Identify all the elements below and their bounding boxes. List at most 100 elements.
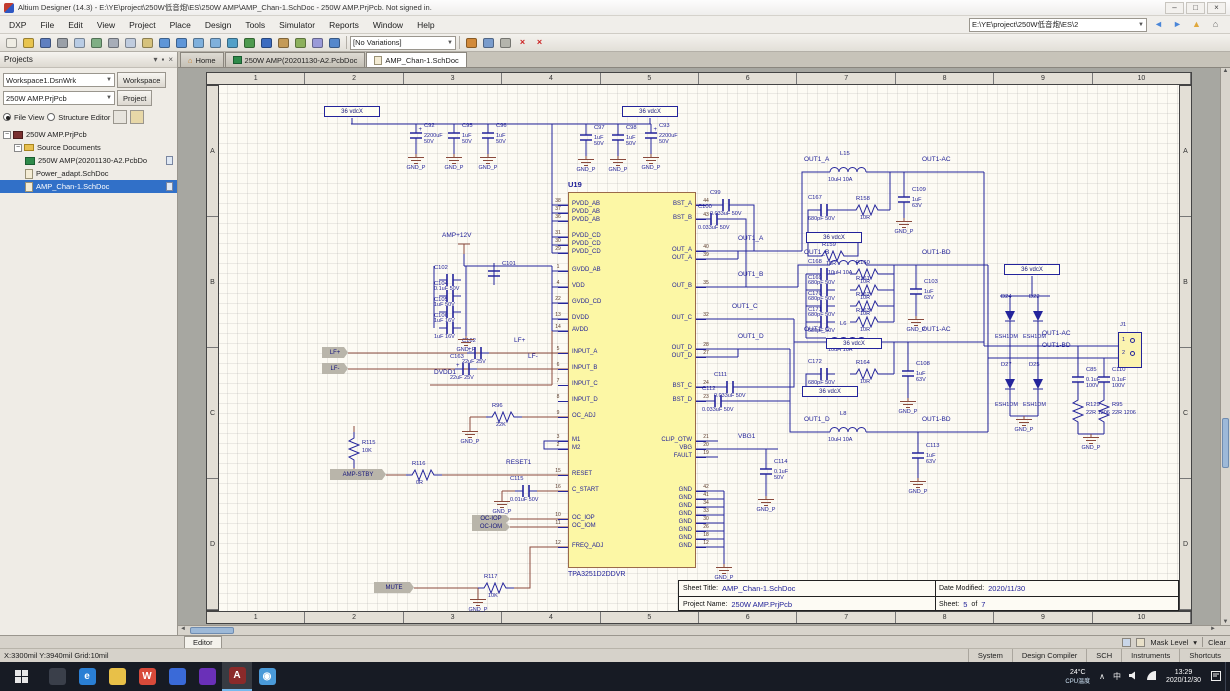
cross-select-icon[interactable] bbox=[480, 35, 497, 50]
horizontal-scroll-thumb[interactable] bbox=[190, 627, 234, 634]
up-one-level-icon[interactable]: ▲ bbox=[1188, 17, 1205, 32]
component-ref[interactable]: C169 bbox=[808, 275, 822, 281]
gnd-label[interactable]: GND_P bbox=[894, 409, 922, 415]
net-label[interactable]: OUT1_A bbox=[804, 156, 829, 163]
scroll-left-icon[interactable]: ◄ bbox=[178, 626, 186, 632]
undo-icon[interactable] bbox=[156, 35, 173, 50]
grid-toggle-icon[interactable] bbox=[1122, 638, 1131, 647]
minimize-button[interactable]: – bbox=[1165, 2, 1184, 14]
component-ref[interactable]: C98 bbox=[626, 125, 637, 131]
component-ref[interactable]: R162 bbox=[856, 292, 870, 298]
component-ref[interactable]: R115 bbox=[362, 440, 375, 446]
copy-icon[interactable] bbox=[122, 35, 139, 50]
component-value[interactable]: 50V bbox=[659, 139, 669, 145]
component-value[interactable]: 63V bbox=[916, 377, 926, 383]
component-ref[interactable]: C163 bbox=[450, 354, 464, 360]
tree-item-amp-chan-1-schdoc[interactable]: AMP_Chan-1.SchDoc bbox=[0, 180, 177, 193]
component-value[interactable]: 0R bbox=[416, 480, 423, 486]
component-ref[interactable]: D27 bbox=[1001, 362, 1012, 368]
tree-item-250w-amp-20201130-a2-pcbdo[interactable]: 250W AMP(20201130-A2.PcbDo bbox=[0, 154, 177, 167]
gnd-symbol[interactable] bbox=[1015, 416, 1033, 427]
menu-project[interactable]: Project bbox=[122, 18, 162, 32]
gnd-label[interactable]: GND_P bbox=[572, 167, 600, 173]
gnd-symbol[interactable] bbox=[493, 498, 511, 509]
component-ref[interactable]: C167 bbox=[808, 195, 822, 201]
gnd-label[interactable]: GND_P bbox=[1077, 445, 1105, 451]
menu-help[interactable]: Help bbox=[410, 18, 441, 32]
taskbar-altium-icon[interactable]: A bbox=[222, 662, 252, 691]
clear-button[interactable]: Clear bbox=[1208, 638, 1226, 647]
power-port-36vdcx[interactable]: 36 vdcX bbox=[622, 106, 678, 117]
document-path-combo[interactable]: E:\YE\project\250W低音炮\ES\2 ▼ bbox=[969, 18, 1147, 32]
tree-item-source-documents[interactable]: −Source Documents bbox=[0, 141, 177, 154]
capacitor-symbol[interactable] bbox=[707, 394, 729, 408]
gnd-label[interactable]: GND_P bbox=[904, 489, 932, 495]
capacitor-symbol[interactable] bbox=[759, 461, 773, 483]
component-value[interactable]: 10uH 10A bbox=[828, 177, 852, 183]
open-icon[interactable] bbox=[20, 35, 37, 50]
scroll-right-icon[interactable]: ► bbox=[1210, 626, 1216, 632]
volume-icon[interactable] bbox=[1125, 671, 1142, 682]
gnd-symbol[interactable] bbox=[715, 564, 733, 575]
net-label[interactable]: OUT1_B bbox=[738, 271, 763, 278]
capacitor-symbol[interactable] bbox=[897, 189, 911, 211]
component-ref[interactable]: C171 bbox=[808, 307, 822, 313]
cut-icon[interactable] bbox=[105, 35, 122, 50]
menu-edit[interactable]: Edit bbox=[61, 18, 90, 32]
filter-icon[interactable] bbox=[224, 35, 241, 50]
component-value[interactable]: ESH1DM bbox=[995, 334, 1018, 340]
variations-combo[interactable]: [No Variations] ▼ bbox=[350, 36, 456, 50]
net-label[interactable]: LF- bbox=[528, 353, 538, 360]
gnd-symbol[interactable] bbox=[445, 154, 463, 165]
capacitor-symbol[interactable] bbox=[813, 203, 835, 217]
project-button[interactable]: Project bbox=[117, 90, 152, 106]
nav-back-icon[interactable]: ◄ bbox=[1150, 17, 1167, 32]
gnd-label[interactable]: GND_P bbox=[710, 575, 738, 581]
ic-part-number[interactable]: TPA3251D2DDVR bbox=[568, 571, 625, 578]
component-value[interactable]: 63V bbox=[912, 203, 922, 209]
net-label[interactable]: OUT1-BD bbox=[1042, 342, 1071, 349]
diode-symbol[interactable] bbox=[1003, 304, 1017, 332]
taskbar-app-blue-icon[interactable] bbox=[162, 662, 192, 691]
component-value[interactable]: 0.033uF 50V bbox=[702, 407, 734, 413]
gnd-label[interactable]: GND_P bbox=[604, 167, 632, 173]
component-ref[interactable]: C99 bbox=[710, 190, 721, 196]
component-ref[interactable]: D22 bbox=[1029, 294, 1040, 300]
menu-design[interactable]: Design bbox=[198, 18, 238, 32]
component-ref[interactable]: C85 bbox=[1086, 367, 1097, 373]
status-panel-shortcuts[interactable]: Shortcuts bbox=[1179, 649, 1230, 663]
ic-pin[interactable] bbox=[558, 491, 568, 492]
status-panel-sch[interactable]: SCH bbox=[1086, 649, 1121, 663]
component-value[interactable]: 50V bbox=[774, 475, 784, 481]
tree-expander-icon[interactable]: − bbox=[14, 144, 22, 152]
gnd-symbol[interactable] bbox=[895, 218, 913, 229]
gnd-symbol[interactable] bbox=[457, 336, 475, 347]
taskbar-wps-icon[interactable]: W bbox=[132, 662, 162, 691]
ic-pin[interactable] bbox=[558, 353, 568, 354]
gnd-symbol[interactable] bbox=[642, 154, 660, 165]
gnd-symbol[interactable] bbox=[461, 428, 479, 439]
capacitor-symbol[interactable] bbox=[611, 127, 625, 149]
component-ref[interactable]: R116 bbox=[412, 461, 425, 467]
capacitor-symbol[interactable]: + bbox=[455, 362, 477, 376]
mask-level-label[interactable]: Mask Level bbox=[1150, 638, 1188, 647]
ic-pin[interactable] bbox=[696, 547, 706, 548]
open-folder-icon[interactable] bbox=[130, 110, 144, 124]
component-ref[interactable]: C112 bbox=[702, 386, 715, 392]
component-ref[interactable]: C102 bbox=[434, 265, 448, 271]
component-ref[interactable]: C105 bbox=[434, 297, 448, 303]
ic-pin[interactable] bbox=[558, 221, 568, 222]
menu-view[interactable]: View bbox=[90, 18, 122, 32]
gnd-label[interactable]: GND_P bbox=[452, 347, 480, 353]
capacitor-symbol[interactable] bbox=[439, 321, 461, 335]
sheet-port[interactable]: OC-IOM bbox=[472, 523, 510, 531]
component-value[interactable]: 10K bbox=[488, 593, 498, 599]
menu-window[interactable]: Window bbox=[366, 18, 410, 32]
component-value[interactable]: 22R 1206 bbox=[1112, 410, 1136, 416]
ic-pin[interactable] bbox=[558, 401, 568, 402]
gnd-label[interactable]: GND_P bbox=[456, 439, 484, 445]
component-value[interactable]: 0.01uF 50V bbox=[510, 497, 538, 503]
capacitor-symbol[interactable] bbox=[579, 127, 593, 149]
gnd-label[interactable]: GND_P bbox=[488, 509, 516, 515]
file-view-radio[interactable] bbox=[3, 113, 11, 121]
